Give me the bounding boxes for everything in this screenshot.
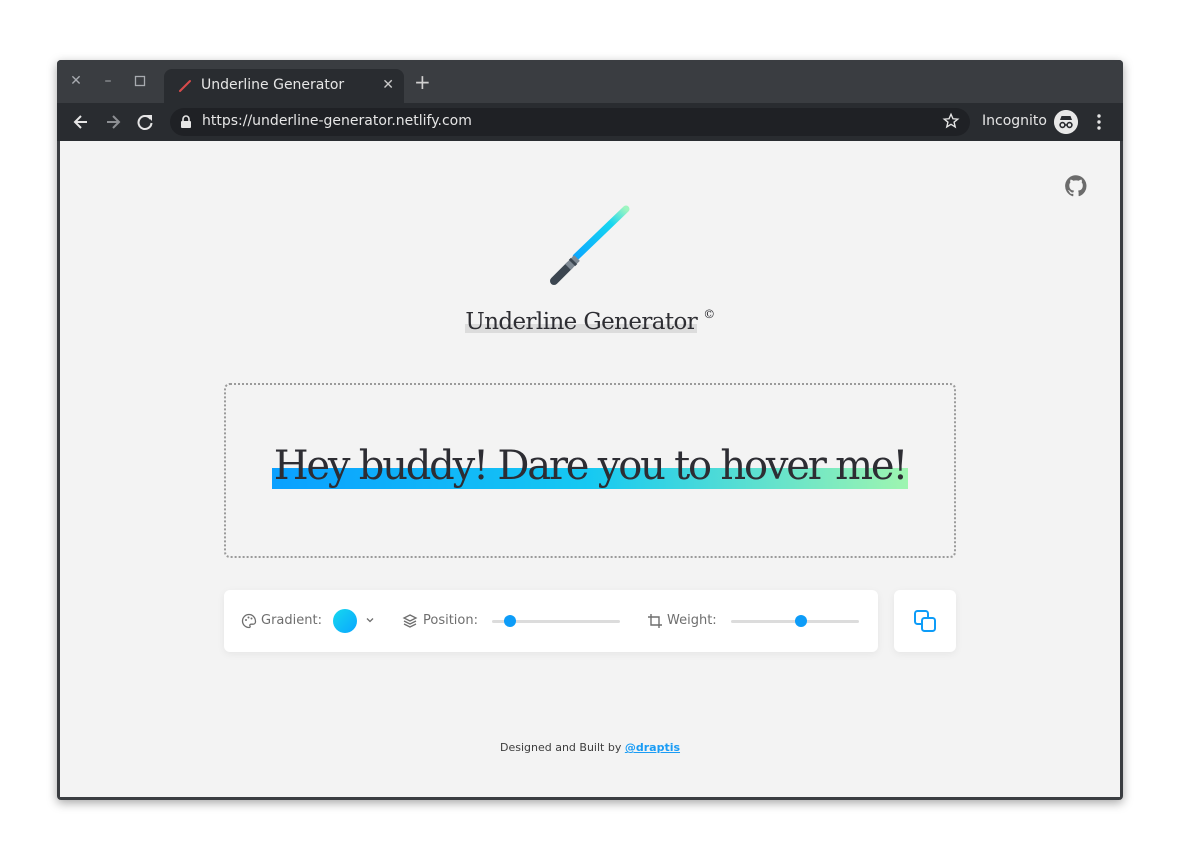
bookmark-star-icon[interactable] (942, 112, 960, 130)
palette-icon (241, 613, 257, 629)
new-tab-icon[interactable]: + (414, 72, 431, 92)
controls-panel: Gradient: Position: Weight: (224, 590, 878, 652)
gradient-label: Gradient: (261, 613, 322, 628)
layers-icon (402, 614, 418, 628)
lightsaber-logo-icon (550, 205, 630, 285)
preview-text[interactable]: Hey buddy! Dare you to hover me! (271, 443, 908, 489)
github-icon[interactable] (1064, 174, 1088, 198)
tab-strip: ✕ – Underline Generator ✕ + (57, 60, 1123, 103)
browser-window: ✕ – Underline Generator ✕ + https://unde… (57, 60, 1123, 800)
chevron-down-icon[interactable] (365, 615, 375, 625)
page-title-text: Underline Generator (465, 309, 698, 335)
preview-box: Hey buddy! Dare you to hover me! (224, 383, 956, 558)
minimize-window-icon[interactable]: – (100, 73, 116, 89)
browser-toolbar: https://underline-generator.netlify.com … (57, 103, 1123, 141)
more-menu-icon[interactable] (1091, 113, 1107, 131)
url-text: https://underline-generator.netlify.com (202, 113, 472, 129)
tab-close-icon[interactable]: ✕ (382, 77, 394, 93)
preview-text-wrap: Hey buddy! Dare you to hover me! (226, 443, 954, 489)
forward-icon[interactable] (103, 112, 123, 132)
footer-text: Designed and Built by (499, 741, 622, 754)
close-window-icon[interactable]: ✕ (68, 73, 84, 89)
incognito-icon[interactable] (1054, 110, 1078, 134)
reload-icon[interactable] (135, 112, 155, 132)
address-bar[interactable]: https://underline-generator.netlify.com (170, 108, 970, 136)
gradient-swatch[interactable] (333, 609, 357, 633)
copy-button[interactable] (894, 590, 956, 652)
tab-title: Underline Generator (201, 77, 345, 93)
incognito-label: Incognito (982, 113, 1047, 129)
title-container: Underline Generator © (60, 307, 1120, 335)
copy-icon (914, 610, 936, 632)
author-link[interactable]: @draptis (625, 741, 680, 754)
back-icon[interactable] (71, 112, 91, 132)
page-viewport: Underline Generator © Hey buddy! Dare you… (60, 141, 1120, 797)
weight-slider-thumb[interactable] (795, 615, 808, 627)
copyright-mark: © (703, 307, 715, 321)
crop-icon (648, 614, 662, 628)
maximize-window-icon[interactable] (132, 73, 148, 89)
active-tab[interactable]: Underline Generator ✕ (164, 69, 404, 103)
position-label: Position: (423, 613, 478, 628)
weight-label: Weight: (667, 613, 717, 628)
position-slider-thumb[interactable] (503, 615, 516, 627)
lightsaber-favicon-icon (179, 80, 191, 92)
footer: Designed and Built by @draptis (60, 741, 1120, 754)
page-title: Underline Generator © (465, 307, 715, 335)
lock-icon (181, 115, 191, 128)
